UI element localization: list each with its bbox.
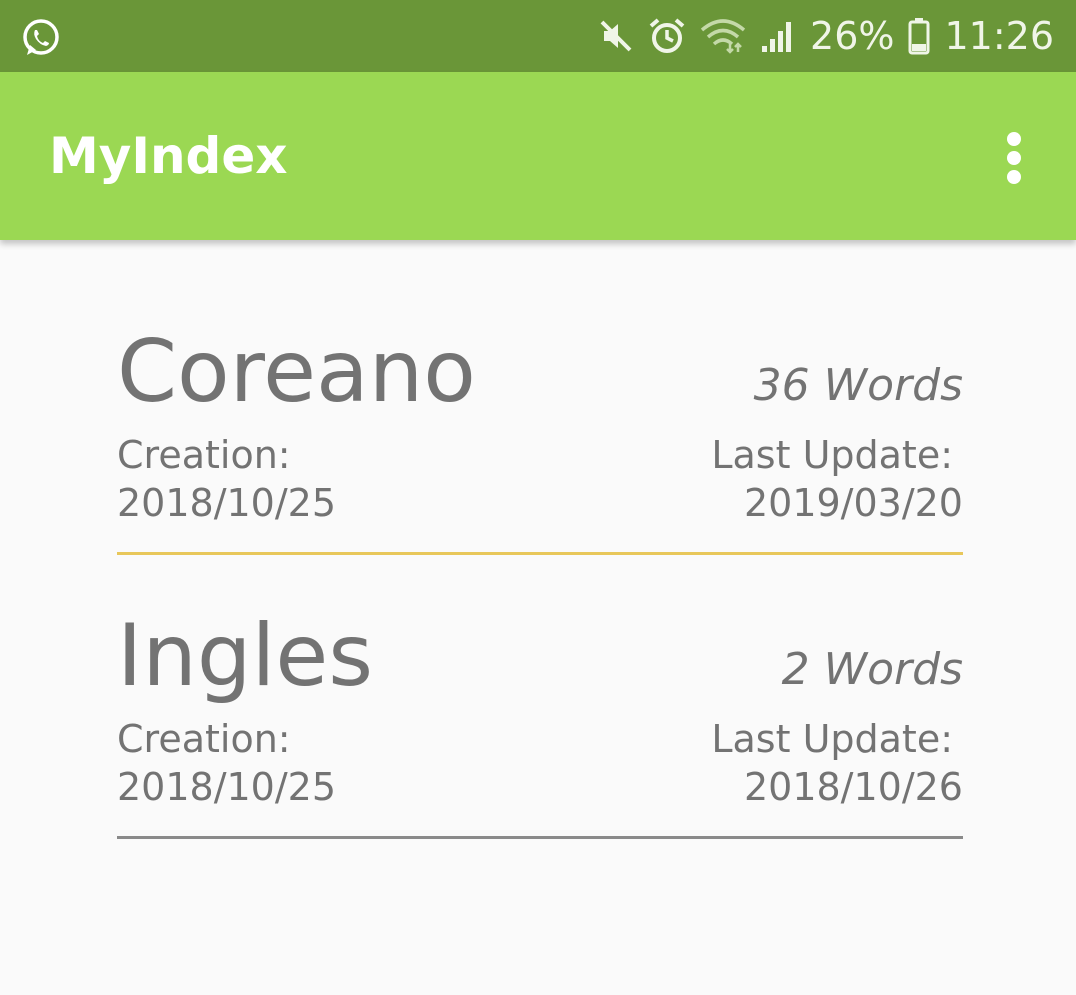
index-list: Coreano 36 Words Creation: 2018/10/25 La… [117, 300, 963, 868]
last-update-label: Last Update: [711, 433, 953, 477]
battery-percent: 26% [810, 14, 895, 58]
last-update-date: 2019/03/20 [743, 481, 963, 525]
divider [117, 552, 963, 555]
creation-label: Creation: [117, 717, 291, 761]
index-name: Ingles [117, 606, 374, 706]
word-count: 2 Words [781, 644, 963, 695]
status-bar: 26% 11:26 [0, 0, 1076, 72]
signal-icon [760, 18, 796, 54]
overflow-menu-icon[interactable] [996, 128, 1032, 188]
word-count: 36 Words [753, 360, 963, 411]
whatsapp-icon [20, 17, 62, 59]
mute-icon [598, 18, 634, 54]
divider [117, 836, 963, 839]
last-update-date: 2018/10/26 [743, 765, 963, 809]
last-update-label: Last Update: [711, 717, 953, 761]
list-item[interactable]: Coreano 36 Words Creation: 2018/10/25 La… [117, 300, 963, 584]
app-bar: MyIndex [0, 72, 1076, 240]
wifi-icon [700, 18, 746, 54]
app-title: MyIndex [49, 127, 288, 185]
clock: 11:26 [944, 14, 1054, 58]
status-icons: 26% 11:26 [598, 0, 1054, 72]
creation-label: Creation: [117, 433, 291, 477]
creation-date: 2018/10/25 [117, 481, 337, 525]
list-item[interactable]: Ingles 2 Words Creation: 2018/10/25 Last… [117, 584, 963, 868]
index-name: Coreano [117, 322, 476, 422]
battery-icon [908, 17, 930, 55]
creation-date: 2018/10/25 [117, 765, 337, 809]
alarm-icon [648, 17, 686, 55]
